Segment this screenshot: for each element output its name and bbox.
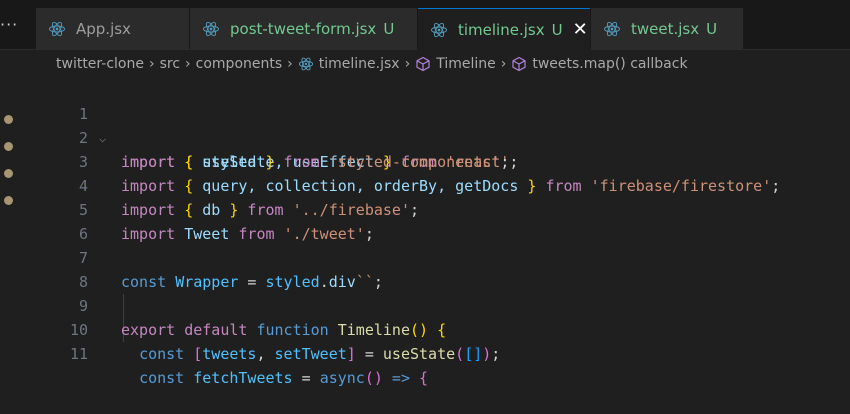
more-icon[interactable]: ···	[0, 14, 24, 36]
code-line: 4 import { db } from '../firebase';	[0, 150, 850, 219]
react-icon	[49, 21, 65, 37]
tab-label: timeline.jsx	[458, 20, 545, 39]
code-line: 2 import { styled } from 'styled-compone…	[0, 102, 850, 171]
breadcrumb-item-twitter-clone[interactable]: twitter-clone	[56, 56, 144, 72]
react-icon	[431, 22, 447, 37]
code-line: 1 ⌵ import { useState, useEffect } from …	[0, 78, 850, 171]
tab-label: App.jsx	[76, 20, 131, 38]
breadcrumb-item-timeline[interactable]: Timeline	[436, 56, 496, 72]
untracked-badge: U	[551, 20, 563, 39]
code-line: 7 const Wrapper = styled.div``;	[0, 222, 850, 291]
code-line: 3 import { query, collection, orderBy, g…	[0, 126, 850, 195]
untracked-badge: U	[383, 20, 395, 38]
code-editor[interactable]: 1 ⌵ import { useState, useEffect } from …	[0, 78, 850, 387]
untracked-badge: U	[706, 20, 718, 38]
breadcrumb-item-file[interactable]: timeline.jsx	[319, 56, 400, 72]
breadcrumb-item-callback[interactable]: tweets.map() callback	[532, 56, 687, 72]
breadcrumb-separator: ›	[404, 56, 411, 72]
code-line: 10 const [tweets, setTweet] = useState([…	[0, 294, 850, 363]
react-icon	[298, 57, 313, 71]
breadcrumb-separator: ›	[287, 56, 293, 72]
code-line: 5 import Tweet from './tweet';	[0, 174, 850, 243]
tab-timeline-jsx[interactable]: timeline.jsx U ✕	[418, 8, 590, 50]
breadcrumb-separator: ›	[500, 56, 507, 72]
breadcrumb-item-components[interactable]: components	[196, 56, 283, 72]
breadcrumb-separator: ›	[185, 56, 191, 72]
code-line: 8	[0, 246, 850, 291]
tab-tweet-jsx[interactable]: tweet.jsx U	[591, 8, 743, 50]
tab-label: tweet.jsx	[631, 20, 700, 38]
close-icon[interactable]: ✕	[573, 20, 588, 39]
react-icon	[604, 21, 620, 37]
tab-app-jsx[interactable]: App.jsx	[36, 8, 189, 50]
code-line: 11 const fetchTweets = async() => {	[0, 318, 850, 387]
breadcrumb-separator: ›	[148, 56, 155, 72]
symbol-class-icon	[416, 56, 430, 72]
react-icon	[203, 21, 219, 37]
tab-label: post-tweet-form.jsx	[230, 20, 377, 38]
tab-bar: ··· App.jsx post-tweet-form.jsx U timeli…	[0, 0, 850, 50]
tab-post-tweet-form-jsx[interactable]: post-tweet-form.jsx U	[190, 8, 417, 50]
code-line: 9 export default function Timeline() {	[0, 270, 850, 339]
breadcrumb-item-src[interactable]: src	[160, 56, 180, 72]
line-number: 11	[69, 345, 88, 363]
code-line: 6	[0, 198, 850, 243]
breadcrumb: twitter-clone › src › components › timel…	[0, 50, 850, 78]
symbol-method-icon	[512, 56, 526, 72]
